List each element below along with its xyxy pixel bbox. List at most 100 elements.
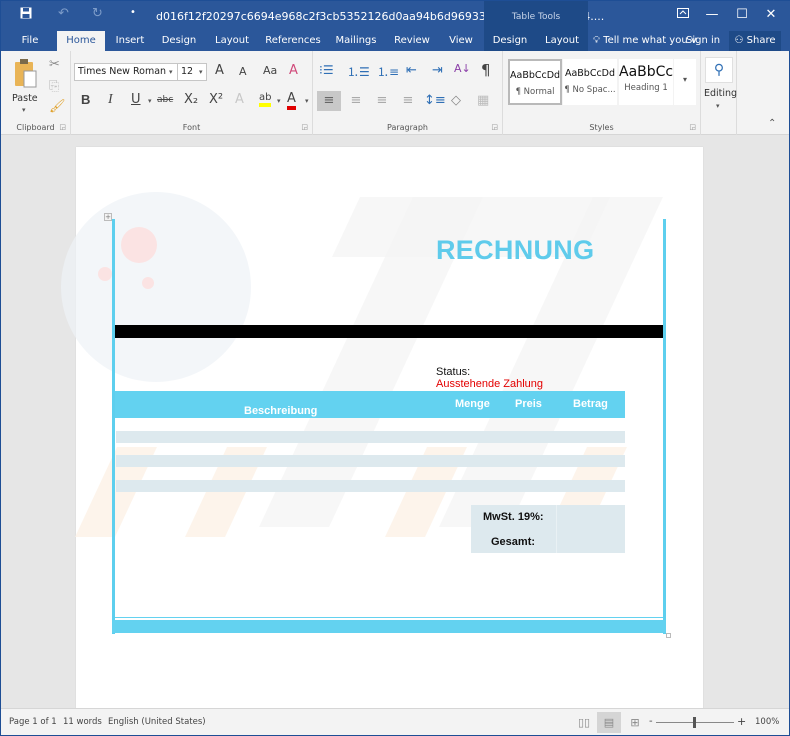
change-case-icon[interactable]: Aa	[263, 64, 277, 77]
tab-review[interactable]: Review	[391, 31, 433, 51]
text-effects-icon[interactable]: A	[235, 92, 244, 107]
tab-mailings[interactable]: Mailings	[332, 31, 380, 51]
italic-button[interactable]: I	[108, 92, 113, 108]
superscript-button[interactable]: X²	[209, 92, 223, 107]
person-add-icon: ⚇	[734, 35, 744, 46]
sort-icon[interactable]: A↓	[454, 62, 471, 75]
highlight-color-icon[interactable]: ab	[259, 92, 272, 107]
save-icon[interactable]	[20, 7, 32, 23]
tell-me-search[interactable]: 💡︎ Tell me what you v	[593, 31, 697, 51]
styles-gallery-more-button[interactable]: ▾	[674, 59, 696, 105]
bullets-icon[interactable]: ⁝☰	[319, 63, 334, 77]
decrease-indent-icon[interactable]: ⇤	[406, 63, 417, 78]
underline-dropdown-icon[interactable]: ▾	[148, 97, 152, 105]
undo-icon[interactable]: ↶	[58, 6, 69, 21]
paragraph-launcher-icon[interactable]: ◲	[491, 123, 498, 131]
style-heading-1[interactable]: AaBbCc Heading 1	[619, 59, 673, 105]
watermark-magnifier-shape	[61, 192, 251, 382]
table-row[interactable]	[116, 455, 625, 467]
tab-insert[interactable]: Insert	[111, 31, 149, 51]
cut-icon[interactable]: ✂	[49, 57, 60, 72]
format-painter-icon[interactable]: 🖌︎	[49, 99, 66, 114]
chevron-down-icon: ▾	[682, 75, 687, 84]
highlight-dropdown-icon[interactable]: ▾	[277, 97, 281, 105]
style-no-spacing[interactable]: AaBbCcDd ¶ No Spac...	[563, 59, 617, 105]
page-count[interactable]: Page 1 of 1	[9, 717, 57, 727]
multilevel-list-icon[interactable]: ⒈≡	[377, 63, 399, 80]
language-indicator[interactable]: English (United States)	[108, 717, 206, 727]
bold-button[interactable]: B	[81, 92, 90, 107]
paste-label: Paste	[12, 93, 38, 104]
table-move-handle[interactable]: +	[104, 213, 112, 221]
paste-button[interactable]	[13, 57, 39, 95]
web-layout-icon[interactable]: ⊞	[623, 712, 647, 733]
font-color-dropdown-icon[interactable]: ▾	[305, 97, 309, 105]
borders-icon[interactable]: ▦	[477, 91, 489, 111]
tab-references[interactable]: References	[263, 31, 323, 51]
align-left-button[interactable]: ≡	[317, 91, 341, 111]
justify-button[interactable]: ≡	[397, 91, 419, 111]
tab-view[interactable]: View	[443, 31, 479, 51]
style-normal[interactable]: AaBbCcDd ¶ Normal	[508, 59, 562, 105]
align-right-button[interactable]: ≡	[371, 91, 393, 111]
ribbon-tabs: File Home Insert Design Layout Reference…	[1, 31, 790, 51]
subscript-button[interactable]: X₂	[184, 92, 198, 107]
styles-launcher-icon[interactable]: ◲	[689, 123, 696, 131]
zoom-in-button[interactable]: +	[737, 715, 746, 728]
clipboard-launcher-icon[interactable]: ◲	[59, 123, 66, 131]
strikethrough-button[interactable]: abc	[157, 95, 173, 105]
share-button[interactable]: ⚇ Share	[729, 31, 781, 51]
paste-dropdown-icon[interactable]: ▾	[22, 106, 26, 114]
tab-home[interactable]: Home	[57, 31, 105, 51]
grow-font-icon[interactable]: A	[215, 63, 224, 78]
print-layout-icon[interactable]: ▤	[597, 712, 621, 733]
search-icon[interactable]: ⚲	[705, 57, 733, 83]
word-count[interactable]: 11 words	[63, 717, 102, 727]
line-spacing-icon[interactable]: ↕≡	[424, 91, 446, 111]
clear-formatting-icon[interactable]: A	[289, 63, 298, 78]
paragraph-group-label: Paragraph	[387, 123, 428, 132]
sign-in-link[interactable]: Sign in	[686, 31, 720, 51]
read-mode-icon[interactable]: ▯▯	[572, 712, 596, 733]
editing-label[interactable]: Editing	[704, 88, 737, 99]
table-header-row: Beschreibung Menge Preis Betrag	[115, 391, 625, 418]
tab-design[interactable]: Design	[158, 31, 200, 51]
tab-table-design[interactable]: Design	[484, 31, 536, 51]
document-page[interactable]: + RECHNUNG Status: Ausstehende Zahlung B…	[61, 147, 703, 708]
copy-icon[interactable]: ⎘	[49, 79, 59, 94]
table-bottom-line	[115, 617, 663, 618]
shrink-font-icon[interactable]: A	[239, 65, 247, 78]
collapse-ribbon-icon[interactable]: ⌃	[768, 118, 776, 129]
column-header-price: Preis	[515, 398, 542, 410]
table-row[interactable]	[116, 480, 625, 492]
table-row[interactable]	[116, 431, 625, 443]
table-right-border	[663, 219, 666, 634]
close-button[interactable]: ✕	[759, 5, 783, 25]
status-value: Ausstehende Zahlung	[436, 378, 544, 390]
underline-button[interactable]: U	[131, 92, 141, 107]
align-center-button[interactable]: ≡	[345, 91, 367, 111]
watermark-dot	[98, 267, 112, 281]
editing-dropdown-icon[interactable]: ▾	[716, 102, 720, 110]
maximize-button[interactable]: ☐	[730, 5, 754, 25]
font-color-icon[interactable]: A	[287, 91, 296, 110]
show-formatting-icon[interactable]: ¶	[481, 61, 491, 79]
font-name-input[interactable]: Times New Roman	[74, 63, 178, 81]
tab-layout[interactable]: Layout	[211, 31, 253, 51]
zoom-out-button[interactable]: -	[649, 716, 653, 727]
numbering-icon[interactable]: ⒈☰	[347, 63, 370, 80]
tab-table-layout[interactable]: Layout	[536, 31, 588, 51]
ribbon-display-options-icon[interactable]	[671, 5, 695, 25]
zoom-level[interactable]: 100%	[755, 717, 779, 727]
increase-indent-icon[interactable]: ⇥	[432, 63, 443, 78]
customize-quick-access-icon[interactable]: •	[130, 7, 136, 18]
tab-file[interactable]: File	[13, 31, 47, 51]
redo-icon[interactable]: ↻	[92, 6, 103, 21]
font-size-dropdown-icon[interactable]: ▾	[199, 68, 203, 76]
table-resize-handle[interactable]	[666, 633, 671, 638]
font-name-dropdown-icon[interactable]: ▾	[169, 68, 173, 76]
minimize-button[interactable]: —	[700, 5, 724, 25]
font-launcher-icon[interactable]: ◲	[301, 123, 308, 131]
shading-icon[interactable]: ◇	[451, 91, 461, 111]
zoom-slider-thumb[interactable]	[693, 717, 696, 728]
